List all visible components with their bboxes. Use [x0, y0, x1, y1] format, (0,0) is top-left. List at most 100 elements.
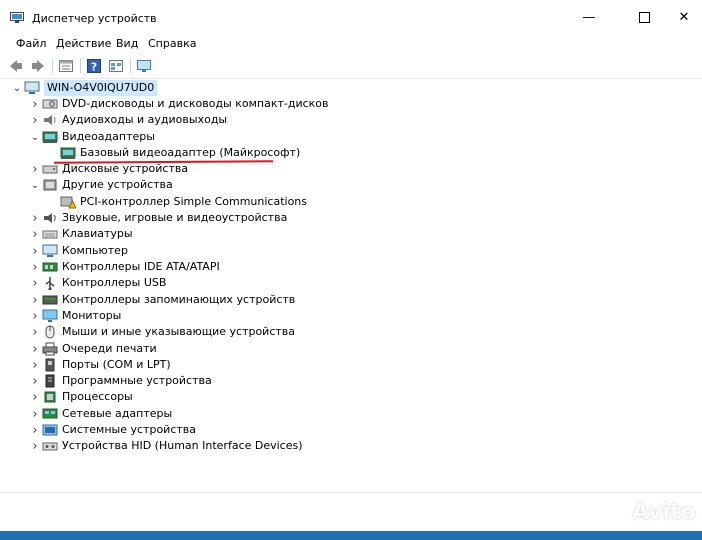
tree-item-label: Клавиатуры — [62, 227, 133, 240]
chevron-right-icon[interactable]: › — [28, 308, 42, 324]
chevron-right-icon[interactable]: › — [28, 96, 42, 112]
tree-item-label: Контроллеры USB — [62, 276, 167, 289]
close-icon: ✕ — [678, 9, 690, 25]
display-adapter-icon — [60, 147, 76, 159]
back-icon[interactable] — [8, 58, 24, 74]
device-tree: ⌄ WIN-O4V0IQU7UD0 › DVD-дисководы и диск… — [6, 80, 696, 492]
tree-item-category[interactable]: › Контроллеры запоминающих устройств — [28, 292, 295, 308]
ide-icon — [42, 262, 58, 272]
chevron-right-icon[interactable]: › — [28, 341, 42, 357]
chevron-right-icon[interactable]: › — [28, 422, 42, 438]
chevron-right-icon[interactable]: › — [28, 357, 42, 373]
tree-item-category[interactable]: › Очереди печати — [28, 341, 156, 357]
toolbar-separator — [80, 59, 81, 73]
menu-view[interactable]: Вид — [116, 37, 138, 50]
tree-item-category[interactable]: › Программные устройства — [28, 373, 212, 389]
processor-icon — [44, 391, 56, 403]
chevron-right-icon[interactable]: › — [28, 292, 42, 308]
tree-item-category[interactable]: › Контроллеры IDE ATA/ATAPI — [28, 259, 219, 275]
printer-icon — [42, 342, 58, 356]
audio-icon — [44, 115, 56, 125]
chevron-right-icon[interactable]: › — [28, 243, 42, 259]
tree-item-label: Базовый видеоадаптер (Майкрософт) — [80, 146, 301, 159]
tree-item-category[interactable]: › Системные устройства — [28, 422, 196, 438]
menu-action[interactable]: Действие — [56, 37, 111, 50]
device-manager-icon — [10, 12, 24, 23]
maximize-button[interactable] — [621, 0, 667, 34]
chevron-right-icon[interactable]: › — [28, 161, 42, 177]
tree-item-label: Порты (COM и LPT) — [62, 358, 171, 371]
menu-file[interactable]: Файл — [16, 37, 46, 50]
forward-icon[interactable] — [30, 58, 46, 74]
tree-item-category[interactable]: › Клавиатуры — [28, 226, 133, 242]
tree-item-label: Мыши и иные указывающие устройства — [62, 325, 296, 338]
chevron-right-icon[interactable]: › — [28, 259, 42, 275]
chevron-right-icon[interactable]: › — [28, 210, 42, 226]
tree-item-category[interactable]: › Сетевые адаптеры — [28, 406, 172, 422]
tree-root[interactable]: ⌄ WIN-O4V0IQU7UD0 — [10, 80, 158, 96]
title-bar[interactable]: Диспетчер устройств — ✕ — [0, 0, 702, 34]
sound-icon — [44, 213, 56, 223]
network-icon — [42, 408, 58, 419]
usb-icon — [45, 277, 55, 290]
tree-item-category[interactable]: › Мыши и иные указывающие устройства — [28, 324, 295, 340]
chevron-down-icon[interactable]: ⌄ — [28, 129, 42, 145]
chevron-down-icon[interactable]: ⌄ — [28, 177, 42, 193]
tree-item-category[interactable]: › Звуковые, игровые и видеоустройства — [28, 210, 287, 226]
tree-item-label: Аудиовходы и аудиовыходы — [62, 113, 228, 126]
tree-item-label: Программные устройства — [62, 374, 212, 387]
avito-watermark: Avito — [594, 500, 696, 525]
chevron-right-icon[interactable]: › — [28, 324, 42, 340]
toolbar-separator — [130, 59, 131, 73]
port-icon — [45, 358, 55, 372]
avito-watermark-text: Avito — [632, 500, 696, 525]
other-devices-icon — [43, 179, 57, 191]
minimize-button[interactable]: — — [566, 0, 612, 34]
tree-item-label: Устройства HID (Human Interface Devices) — [62, 439, 303, 452]
chevron-right-icon[interactable]: › — [28, 275, 42, 291]
chevron-right-icon[interactable]: › — [28, 406, 42, 422]
keyboard-icon — [42, 230, 58, 239]
tree-item-category[interactable]: › Контроллеры USB — [28, 275, 166, 291]
close-button[interactable]: ✕ — [666, 0, 702, 34]
tree-item-label: Другие устройства — [62, 178, 173, 191]
monitor-icon[interactable] — [136, 58, 152, 74]
chevron-down-icon[interactable]: ⌄ — [10, 80, 24, 96]
chevron-right-icon[interactable]: › — [28, 438, 42, 454]
tree-item-category[interactable]: › Компьютер — [28, 243, 128, 259]
display-adapter-icon — [42, 131, 58, 143]
device-manager-window: Диспетчер устройств — ✕ Файл Действие Ви… — [0, 0, 702, 531]
tree-item-label: Сетевые адаптеры — [62, 407, 173, 420]
help-icon[interactable]: ? — [86, 58, 102, 74]
chevron-right-icon[interactable]: › — [28, 389, 42, 405]
tree-item-category[interactable]: ⌄ Видеоадаптеры — [28, 129, 155, 145]
computer-icon — [24, 81, 40, 94]
tree-item-category[interactable]: › Дисковые устройства — [28, 161, 188, 177]
tree-item-category[interactable]: › Мониторы — [28, 308, 121, 324]
dvd-icon — [42, 99, 58, 109]
tree-item-category[interactable]: › Порты (COM и LPT) — [28, 357, 171, 373]
properties-icon[interactable] — [58, 58, 74, 74]
view-icon[interactable] — [108, 58, 124, 74]
tree-root-label: WIN-O4V0IQU7UD0 — [44, 80, 158, 96]
tree-item-category[interactable]: › Устройства HID (Human Interface Device… — [28, 438, 303, 454]
storage-icon — [42, 295, 58, 305]
tree-item-device[interactable]: PCI-контроллер Simple Communications — [60, 194, 307, 210]
tree-item-category[interactable]: › Аудиовходы и аудиовыходы — [28, 112, 227, 128]
chevron-right-icon[interactable]: › — [28, 226, 42, 242]
toolbar: ? — [0, 54, 702, 79]
tree-item-label: PCI-контроллер Simple Communications — [80, 195, 308, 208]
hid-icon — [42, 442, 58, 451]
chevron-right-icon[interactable]: › — [28, 112, 42, 128]
chevron-right-icon[interactable]: › — [28, 373, 42, 389]
tree-item-category[interactable]: › Процессоры — [28, 389, 132, 405]
tree-item-category[interactable]: ⌄ Другие устройства — [28, 177, 173, 193]
tree-item-label: Мониторы — [62, 309, 122, 322]
tree-item-category[interactable]: › DVD-дисководы и дисководы компакт-диск… — [28, 96, 328, 112]
system-icon — [42, 424, 58, 436]
tree-item-label: Видеоадаптеры — [62, 130, 155, 143]
menu-help[interactable]: Справка — [148, 37, 196, 50]
avito-logo-icon — [594, 505, 628, 520]
tree-item-device[interactable]: Базовый видеоадаптер (Майкрософт) — [60, 145, 300, 161]
tree-item-label: Компьютер — [62, 244, 128, 257]
